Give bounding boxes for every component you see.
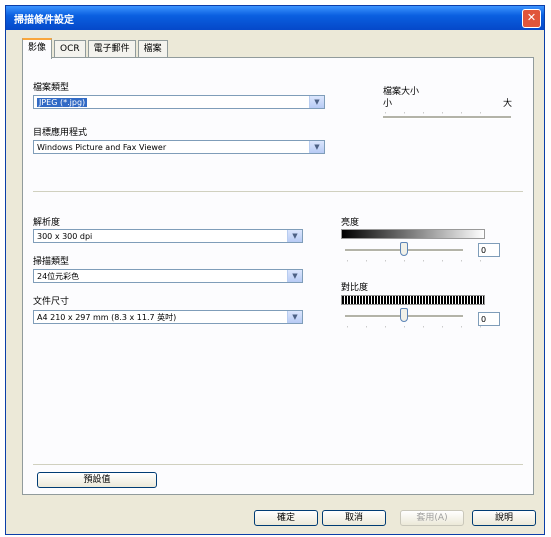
brightness-slider-thumb[interactable] — [400, 242, 408, 256]
document-size-value: A4 210 x 297 mm (8.3 x 11.7 英吋) — [37, 313, 177, 322]
document-size-label: 文件尺寸 — [33, 297, 70, 307]
file-type-label: 檔案類型 — [33, 83, 70, 93]
brightness-gradient-bar — [341, 229, 485, 239]
file-size-small-label: 小 — [383, 99, 393, 109]
close-icon: ✕ — [526, 11, 537, 24]
window-title: 掃描條件設定 — [14, 15, 74, 26]
close-button[interactable]: ✕ — [522, 9, 541, 28]
chevron-down-icon: ▼ — [309, 96, 324, 108]
tab-ocr[interactable]: OCR — [54, 40, 86, 57]
target-app-select[interactable]: Windows Picture and Fax Viewer ▼ — [33, 140, 325, 154]
file-size-large-label: 大 — [503, 99, 513, 109]
tab-file[interactable]: 檔案 — [137, 40, 168, 57]
scan-type-select[interactable]: 24位元彩色 ▼ — [33, 269, 303, 283]
contrast-pattern-bar — [341, 295, 485, 305]
ok-button[interactable]: 確定 — [254, 510, 318, 526]
contrast-label: 對比度 — [341, 283, 369, 293]
dialog-window: 掃描條件設定 ✕ 影像 OCR 電子郵件 檔案 檔案類型 JPEG (*.jpg… — [5, 5, 545, 535]
target-app-label: 目標應用程式 — [33, 128, 88, 138]
brightness-value-field[interactable]: 0 — [478, 243, 500, 257]
document-size-select[interactable]: A4 210 x 297 mm (8.3 x 11.7 英吋) ▼ — [33, 310, 303, 324]
tab-strip: 影像 OCR 電子郵件 檔案 — [22, 38, 170, 59]
contrast-value-field[interactable]: 0 — [478, 312, 500, 326]
scan-type-label: 掃描類型 — [33, 257, 70, 267]
resolution-select[interactable]: 300 x 300 dpi ▼ — [33, 229, 303, 243]
file-size-ticks: ' ' ' ' ' ' — [385, 112, 490, 118]
section-divider — [33, 191, 523, 192]
cancel-button[interactable]: 取消 — [322, 510, 386, 526]
bottom-divider — [33, 464, 523, 465]
resolution-label: 解析度 — [33, 218, 61, 228]
resolution-value: 300 x 300 dpi — [37, 232, 93, 241]
help-button[interactable]: 說明 — [472, 510, 536, 526]
target-app-value: Windows Picture and Fax Viewer — [37, 143, 167, 152]
contrast-slider-thumb[interactable] — [400, 308, 408, 322]
brightness-label: 亮度 — [341, 218, 360, 228]
scan-type-value: 24位元彩色 — [37, 272, 80, 281]
apply-button[interactable]: 套用(A) — [400, 510, 464, 526]
chevron-down-icon: ▼ — [287, 311, 302, 323]
contrast-ticks: ' ' ' ' ' ' ' ' — [347, 326, 490, 332]
default-button[interactable]: 預設值 — [37, 472, 157, 488]
tab-email[interactable]: 電子郵件 — [87, 40, 136, 57]
tab-image[interactable]: 影像 — [22, 38, 53, 59]
image-settings-panel: 檔案類型 JPEG (*.jpg) ▼ 目標應用程式 Windows Pictu… — [22, 57, 534, 495]
file-type-value: JPEG (*.jpg) — [37, 98, 88, 107]
chevron-down-icon: ▼ — [309, 141, 324, 153]
title-bar[interactable]: 掃描條件設定 ✕ — [6, 6, 544, 30]
file-type-select[interactable]: JPEG (*.jpg) ▼ — [33, 95, 325, 109]
chevron-down-icon: ▼ — [287, 270, 302, 282]
chevron-down-icon: ▼ — [287, 230, 302, 242]
brightness-ticks: ' ' ' ' ' ' ' ' — [347, 260, 490, 266]
